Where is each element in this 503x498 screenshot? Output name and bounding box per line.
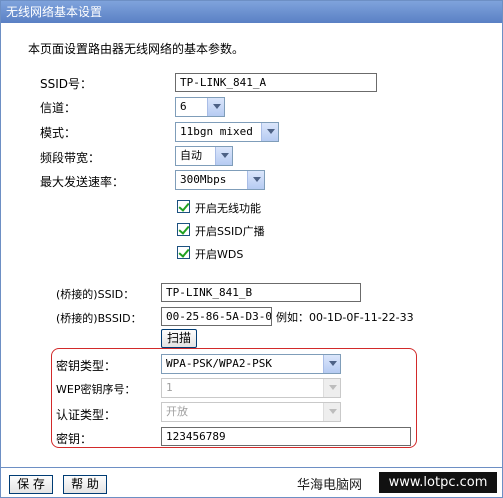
bandwidth-select[interactable]: 自动 [175,146,233,166]
help-button[interactable]: 帮 助 [63,475,107,494]
auth-type-value: 开放 [166,405,188,418]
page-description: 本页面设置路由器无线网络的基本参数。 [28,42,245,56]
scan-button[interactable]: 扫描 [161,329,197,348]
wep-index-select: 1 [161,378,341,398]
key-label: 密钥： [56,432,93,446]
mode-value: 11bgn mixed [180,125,253,138]
max-rate-value: 300Mbps [180,173,227,186]
bridged-bssid-label: (桥接的)BSSID： [56,312,142,325]
bandwidth-value: 自动 [180,149,202,162]
enable-wds-label: 开启WDS [195,248,244,261]
ssid-label: SSID号： [40,77,93,91]
enable-wireless-label: 开启无线功能 [195,202,261,215]
watermark: 华海电脑网 www.lotpc.com [291,472,501,494]
ssid-input[interactable]: TP-LINK_841_A [175,73,377,92]
bandwidth-label: 频段带宽： [40,151,101,165]
enable-ssid-broadcast-label: 开启SSID广播 [195,225,265,238]
channel-select[interactable]: 6 [175,97,225,117]
check-icon[interactable] [177,246,190,259]
mode-select[interactable]: 11bgn mixed [175,122,279,142]
chevron-down-icon[interactable] [261,123,278,141]
key-type-select[interactable]: WPA-PSK/WPA2-PSK [161,354,341,374]
chevron-down-icon [323,403,340,421]
chevron-down-icon[interactable] [215,147,232,165]
check-icon[interactable] [177,223,190,236]
bridged-ssid-input[interactable]: TP-LINK_841_B [161,283,361,302]
bssid-example-hint: 例如：00-1D-0F-11-22-33 [276,311,414,324]
bridged-ssid-label: (桥接的)SSID： [56,288,135,301]
channel-label: 信道： [40,101,77,115]
mode-label: 模式： [40,126,77,140]
chevron-down-icon[interactable] [323,355,340,373]
bridged-bssid-input[interactable]: 00-25-86-5A-D3-06 [161,307,272,326]
chevron-down-icon[interactable] [207,98,224,116]
auth-type-label: 认证类型： [56,408,117,422]
key-type-value: WPA-PSK/WPA2-PSK [166,357,272,370]
window-title: 无线网络基本设置 [1,1,502,23]
wep-index-value: 1 [166,381,173,394]
chevron-down-icon [323,379,340,397]
max-rate-label: 最大发送速率： [40,175,125,189]
key-type-label: 密钥类型： [56,359,117,373]
wep-index-label: WEP密钥序号： [56,383,136,396]
channel-value: 6 [180,100,187,113]
watermark-site-name: 华海电脑网 [297,478,363,493]
settings-panel: 无线网络基本设置 本页面设置路由器无线网络的基本参数。 SSID号： TP-LI… [0,0,503,498]
chevron-down-icon[interactable] [247,171,264,189]
save-button[interactable]: 保 存 [9,475,53,494]
watermark-url: www.lotpc.com [379,472,497,493]
key-input[interactable]: 123456789 [161,427,411,446]
content-area: 本页面设置路由器无线网络的基本参数。 SSID号： TP-LINK_841_A … [1,23,502,463]
check-icon[interactable] [177,200,190,213]
max-rate-select[interactable]: 300Mbps [175,170,265,190]
auth-type-select: 开放 [161,402,341,422]
